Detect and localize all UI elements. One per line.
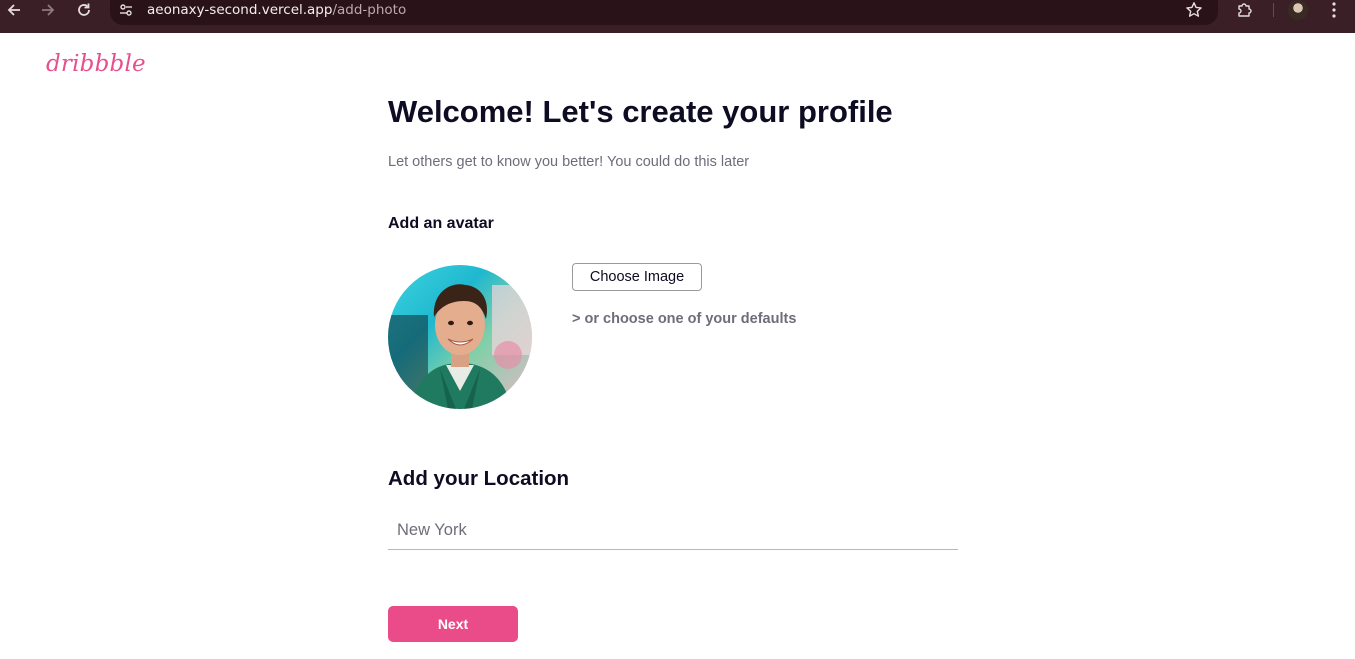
url-host: aeonaxy-second.vercel.app bbox=[147, 2, 333, 18]
kebab-menu-icon[interactable] bbox=[1326, 1, 1342, 19]
browser-toolbar: aeonaxy-second.vercel.app/add-photo bbox=[0, 0, 1355, 33]
arrow-right-icon bbox=[42, 4, 55, 16]
choose-image-button[interactable]: Choose Image bbox=[572, 263, 702, 291]
avatar-photo-image bbox=[388, 265, 532, 409]
choose-default-avatar-link[interactable]: > or choose one of your defaults bbox=[572, 311, 796, 327]
toolbar-divider bbox=[1273, 3, 1274, 17]
location-input[interactable] bbox=[388, 512, 958, 550]
puzzle-icon[interactable] bbox=[1236, 1, 1254, 19]
location-heading: Add your Location bbox=[388, 467, 570, 490]
site-settings-icon[interactable] bbox=[118, 2, 134, 18]
address-bar[interactable]: aeonaxy-second.vercel.app/add-photo bbox=[110, 0, 1218, 25]
avatar-preview bbox=[388, 265, 532, 409]
arrow-left-icon bbox=[7, 4, 20, 16]
back-button[interactable] bbox=[0, 0, 28, 20]
reload-icon bbox=[78, 3, 90, 16]
dribbble-logo[interactable]: dribbble bbox=[46, 51, 146, 77]
url-path: /add-photo bbox=[332, 2, 407, 18]
url-text[interactable]: aeonaxy-second.vercel.app/add-photo bbox=[147, 2, 406, 18]
star-icon[interactable] bbox=[1185, 1, 1203, 19]
next-button[interactable]: Next bbox=[388, 606, 518, 642]
avatar-heading: Add an avatar bbox=[388, 215, 494, 232]
reload-button[interactable] bbox=[70, 0, 98, 20]
browser-profile-avatar[interactable] bbox=[1288, 0, 1308, 20]
page-title: Welcome! Let's create your profile bbox=[388, 94, 893, 129]
forward-button[interactable] bbox=[34, 0, 62, 20]
page-subtitle: Let others get to know you better! You c… bbox=[388, 154, 750, 170]
